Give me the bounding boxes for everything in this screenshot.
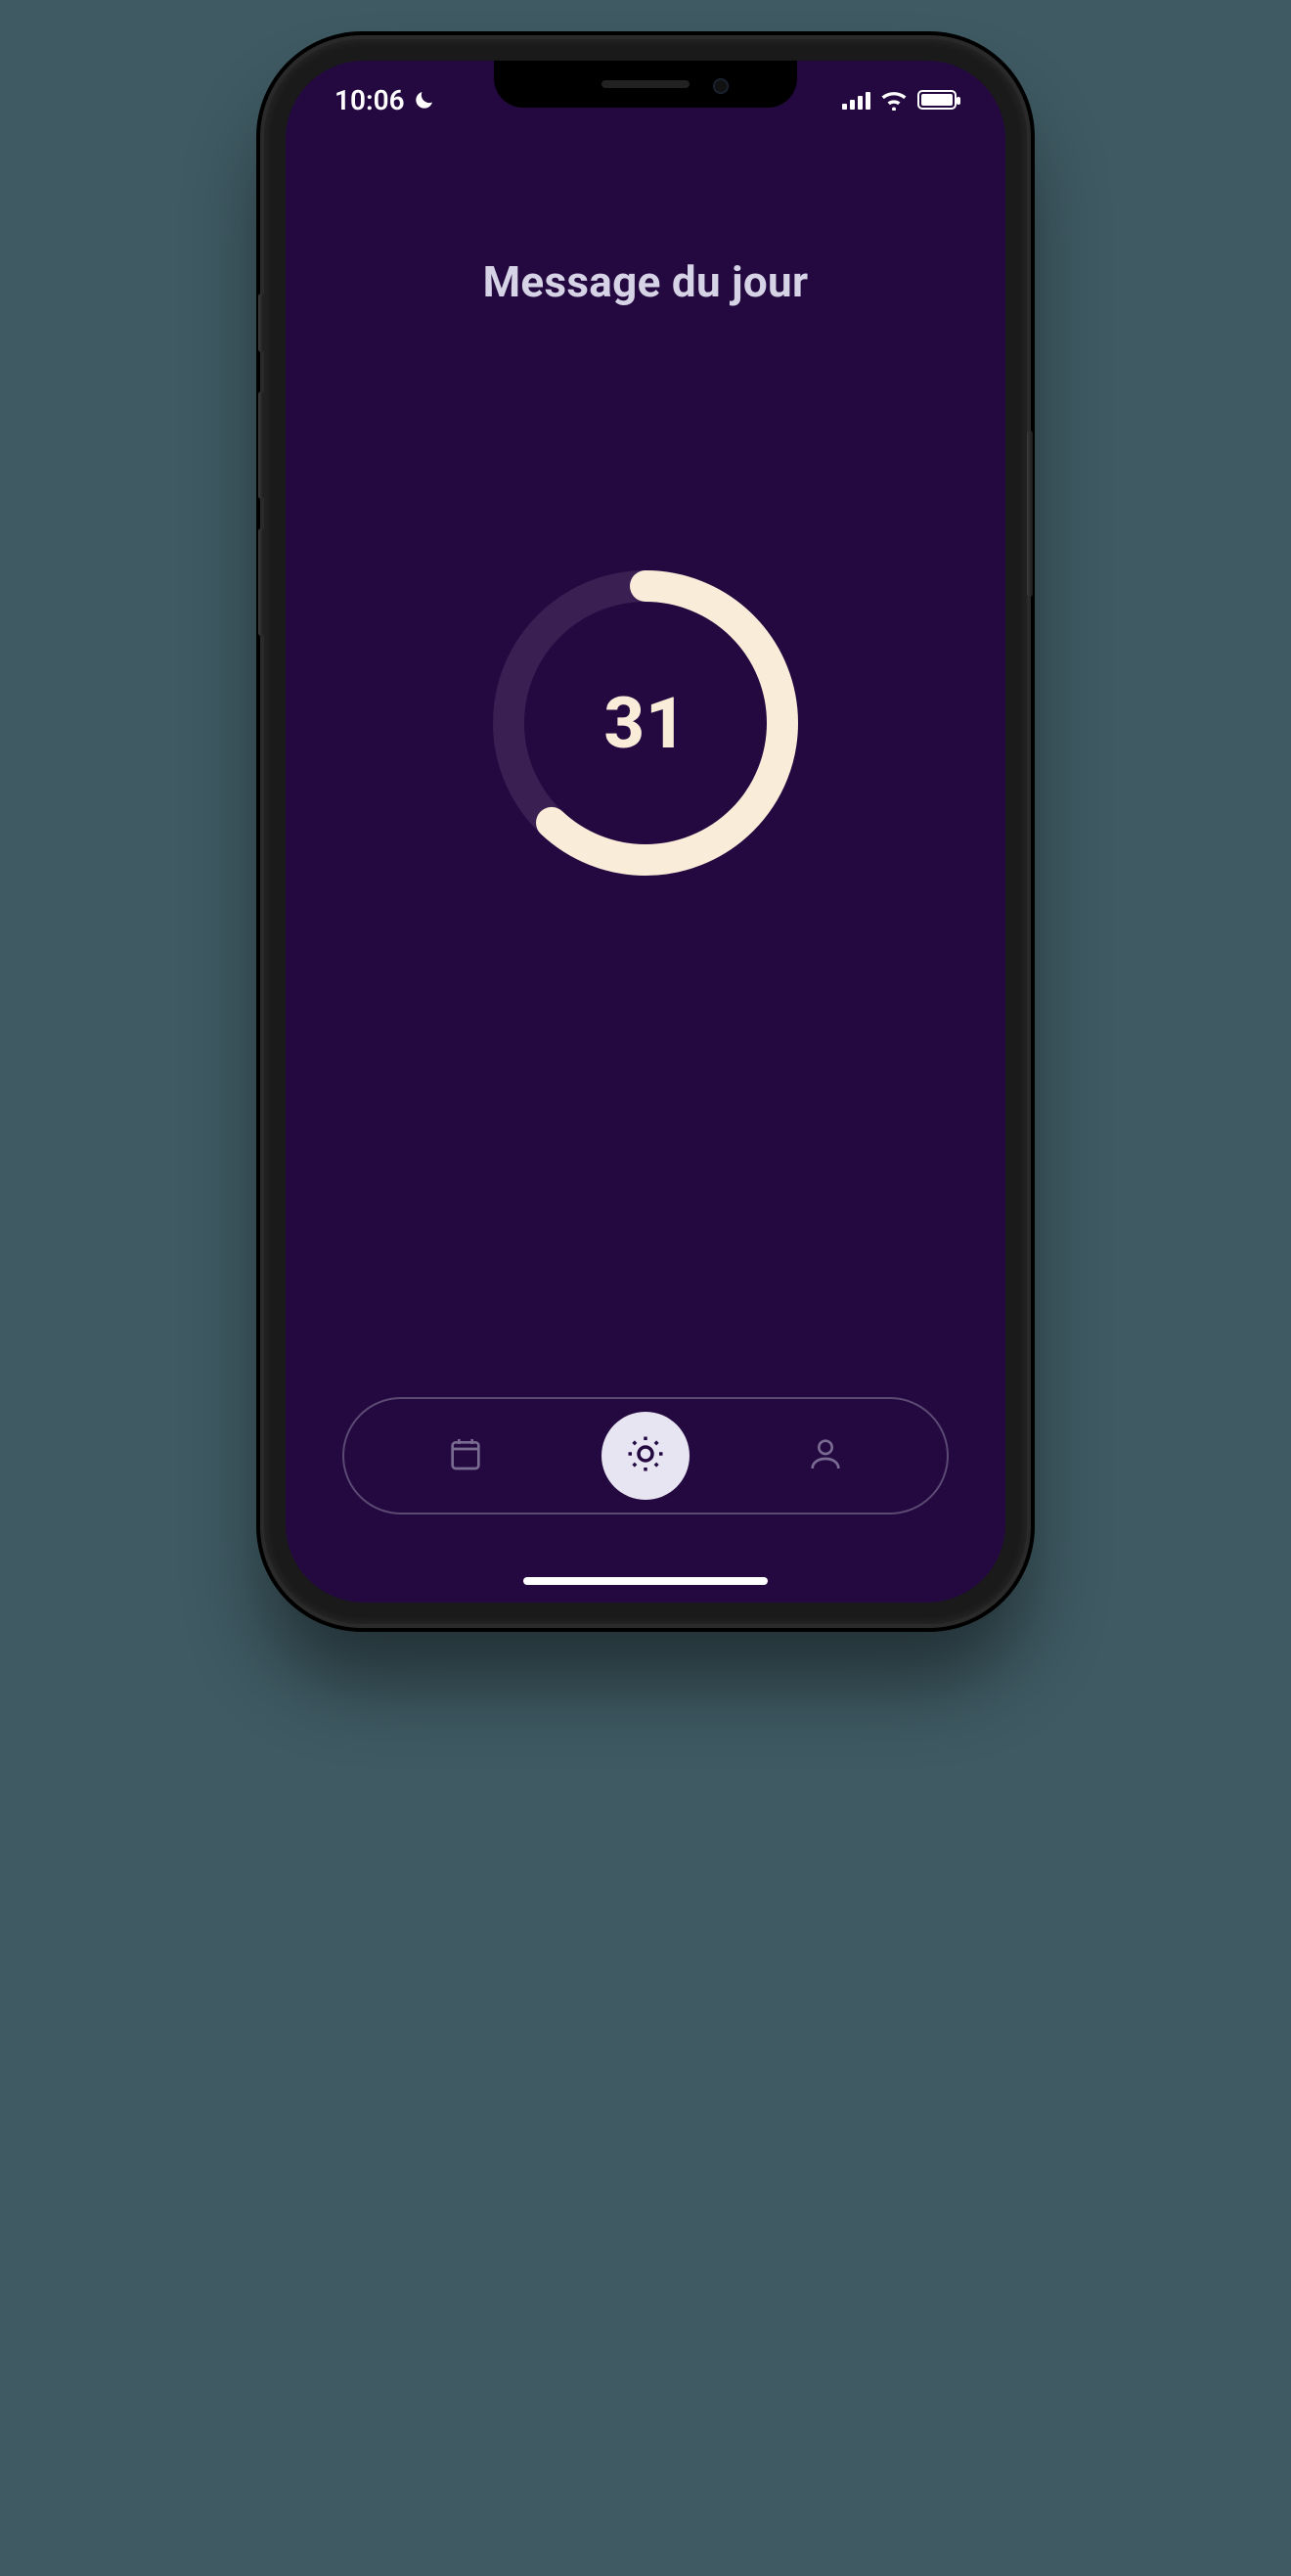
- power-button: [1027, 430, 1033, 597]
- device-notch: [494, 61, 797, 108]
- progress-ring[interactable]: 31: [484, 562, 807, 884]
- home-indicator[interactable]: [523, 1577, 768, 1585]
- app-screen: 10:06: [286, 61, 1005, 1603]
- today-tab[interactable]: [601, 1412, 690, 1500]
- page-title: Message du jour: [483, 256, 809, 307]
- profile-tab[interactable]: [777, 1407, 874, 1505]
- progress-value: 31: [603, 682, 687, 765]
- status-left: 10:06: [334, 84, 436, 116]
- main-content: Message du jour 31: [286, 129, 1005, 1603]
- volume-up-button: [258, 391, 264, 499]
- front-camera: [713, 78, 729, 94]
- speaker-grille: [601, 80, 690, 88]
- status-right: [842, 89, 957, 111]
- cellular-signal-icon: [842, 90, 870, 110]
- battery-icon: [917, 90, 957, 110]
- status-time: 10:06: [334, 84, 405, 116]
- calendar-tab[interactable]: [417, 1407, 514, 1505]
- phone-frame: 10:06: [264, 39, 1027, 1624]
- bottom-nav: [342, 1397, 949, 1514]
- calendar-icon: [446, 1434, 485, 1477]
- person-icon: [806, 1434, 845, 1477]
- moon-icon: [413, 88, 436, 112]
- sun-icon: [625, 1433, 666, 1478]
- wifi-icon: [880, 89, 908, 111]
- volume-down-button: [258, 528, 264, 636]
- mute-switch: [258, 294, 264, 352]
